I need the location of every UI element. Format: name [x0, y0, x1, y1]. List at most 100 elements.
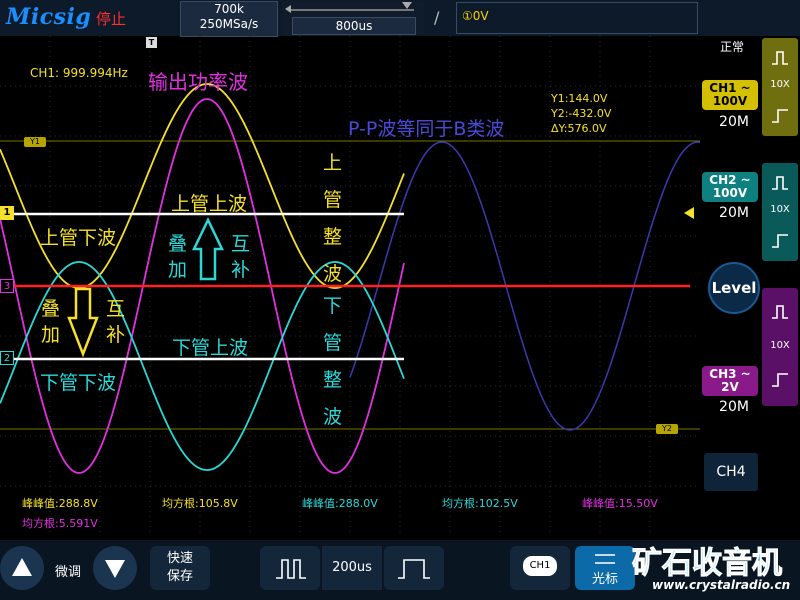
- memory-depth: 700k: [214, 2, 244, 16]
- measurement-ch3-rms[interactable]: 均方根:5.591V: [22, 515, 98, 531]
- annotation-comp-top: 互 补: [231, 231, 250, 283]
- ch2-bandwidth[interactable]: 20M: [706, 205, 762, 221]
- arrow-down-icon: [67, 287, 99, 358]
- position-arrow-icon: [285, 5, 291, 13]
- pulse-icon: [772, 305, 788, 319]
- annotation-upper-full: 上 管 整 波: [323, 145, 342, 293]
- ch2-probe-ratio: 10X: [770, 204, 790, 215]
- annotation-upper-bottom: 上管下波: [40, 227, 117, 249]
- annotation-lower-top: 下管上波: [172, 337, 249, 359]
- timebase-decrease-button[interactable]: [260, 546, 320, 590]
- measurement-ch1-rms[interactable]: 均方根:105.8V: [162, 495, 238, 511]
- ch1-probe-ratio: 10X: [770, 79, 790, 90]
- timebase-increase-button[interactable]: [384, 546, 444, 590]
- cursor-button[interactable]: 光标: [575, 546, 635, 590]
- annotation-text: 管: [323, 332, 343, 354]
- trigger-slope-icon[interactable]: /: [434, 8, 439, 27]
- trigger-mode[interactable]: 正常: [720, 38, 744, 55]
- ch2-waveform: [0, 261, 405, 471]
- trigger-box[interactable]: [456, 2, 698, 34]
- annotation-upper-top: 上管上波: [171, 193, 248, 215]
- ch1-volts: 100V: [712, 94, 748, 108]
- cursor-y1: Y1:144.0V: [551, 92, 608, 105]
- annotation-stack-top: 叠 加: [168, 231, 187, 283]
- annotation-text: 整: [323, 369, 343, 391]
- ch1-label[interactable]: CH1 ~ 100V: [702, 80, 758, 110]
- sample-rate: 250MSa/s: [199, 17, 259, 31]
- annotation-text: 叠: [41, 298, 61, 320]
- watermark-url: www.crystalradio.cn: [652, 578, 791, 592]
- cursor-y2: Y2:-432.0V: [551, 107, 612, 120]
- ch3-probe-panel[interactable]: 10X: [762, 288, 798, 406]
- quick-save-button[interactable]: 快速 保存: [150, 546, 210, 590]
- narrow-pulse-icon: [276, 559, 306, 579]
- trigger-level: ①0V: [462, 9, 489, 23]
- acquisition-box[interactable]: 700k 250MSa/s: [180, 1, 278, 37]
- annotation-text: 整: [323, 226, 343, 248]
- ch3-offset-marker[interactable]: 3: [0, 279, 14, 293]
- ch1-icon: CH1: [523, 556, 557, 576]
- trigger-level-arrow-icon[interactable]: [682, 206, 696, 220]
- pulse-icon: [772, 51, 788, 65]
- watermark-logo: 矿石收音机: [632, 546, 783, 582]
- cursor-y2-marker[interactable]: Y2: [656, 424, 678, 434]
- ch4-button[interactable]: CH4: [704, 453, 758, 491]
- ch2-offset-marker[interactable]: 2: [0, 351, 14, 365]
- annotation-text: 补: [231, 259, 251, 281]
- ch2-label[interactable]: CH2 ~ 100V: [702, 172, 758, 202]
- brand-logo: Micsig: [6, 4, 92, 30]
- ch1-probe-panel[interactable]: 10X: [762, 38, 798, 136]
- ch3-bandwidth[interactable]: 20M: [706, 399, 762, 415]
- fine-label: 微调: [55, 565, 82, 580]
- cursor-lines-icon: [595, 554, 615, 564]
- measurement-ch2-pp[interactable]: 峰峰值:288.0V: [302, 495, 378, 511]
- annotation-text: 互: [231, 233, 251, 255]
- cursor-delta: ΔY:576.0V: [551, 122, 607, 135]
- annotation-power-wave: 输出功率波: [148, 70, 248, 94]
- ch1-offset-marker[interactable]: 1: [0, 206, 14, 220]
- timebase-value[interactable]: 800us: [292, 17, 416, 35]
- annotation-text: 叠: [168, 233, 188, 255]
- trigger-position-icon: [402, 2, 412, 9]
- trigger-time-marker[interactable]: T: [146, 37, 157, 48]
- edge-icon: [772, 109, 788, 123]
- annotation-stack-bottom: 叠 加: [41, 296, 60, 348]
- annotation-text: 上: [323, 152, 343, 174]
- annotation-comp-bottom: 互 补: [106, 296, 125, 348]
- ch3-probe-ratio: 10X: [770, 340, 790, 351]
- waveform-position-bar[interactable]: [290, 9, 414, 11]
- annotation-text: 补: [106, 324, 126, 346]
- frequency-readout: CH1: 999.994Hz: [30, 66, 128, 80]
- annotation-text: 加: [168, 259, 188, 281]
- edge-icon: [772, 373, 788, 387]
- fine-down-button[interactable]: [93, 546, 137, 590]
- wide-pulse-icon: [398, 559, 430, 579]
- triangle-up-icon: [12, 558, 32, 576]
- timebase-button[interactable]: 200us: [322, 546, 382, 590]
- level-knob[interactable]: Level: [708, 262, 760, 314]
- ch1-select-button[interactable]: CH1: [510, 546, 570, 590]
- annotation-pp-wave: P-P波等同于B类波: [348, 118, 505, 140]
- ch2-volts: 100V: [712, 186, 748, 200]
- cursor-readout: Y1:144.0V Y2:-432.0V ΔY:576.0V: [551, 91, 611, 136]
- annotation-lower-full: 下 管 整 波: [323, 288, 342, 436]
- ch1-bandwidth[interactable]: 20M: [706, 114, 762, 130]
- ch2-probe-panel[interactable]: 10X: [762, 163, 798, 261]
- cursor-y1-marker[interactable]: Y1: [24, 137, 46, 147]
- annotation-text: 加: [41, 324, 61, 346]
- measurement-ch2-rms[interactable]: 均方根:102.5V: [442, 495, 518, 511]
- arrow-up-icon: [192, 217, 224, 281]
- run-stop-status[interactable]: 停止: [96, 8, 126, 29]
- measurement-ch3-pp[interactable]: 峰峰值:15.50V: [582, 495, 658, 511]
- annotation-text: 波: [323, 406, 343, 428]
- triangle-down-icon: [105, 560, 125, 578]
- pulse-icon: [772, 176, 788, 190]
- fine-up-button[interactable]: [0, 546, 44, 590]
- measurement-ch1-pp[interactable]: 峰峰值:288.8V: [22, 495, 98, 511]
- annotation-text: 下: [323, 295, 343, 317]
- ch3-volts: 2V: [721, 380, 739, 394]
- annotation-lower-bottom: 下管下波: [40, 372, 117, 394]
- cursor-label: 光标: [591, 572, 618, 587]
- annotation-text: 管: [323, 189, 343, 211]
- ch3-label[interactable]: CH3 ~ 2V: [702, 366, 758, 396]
